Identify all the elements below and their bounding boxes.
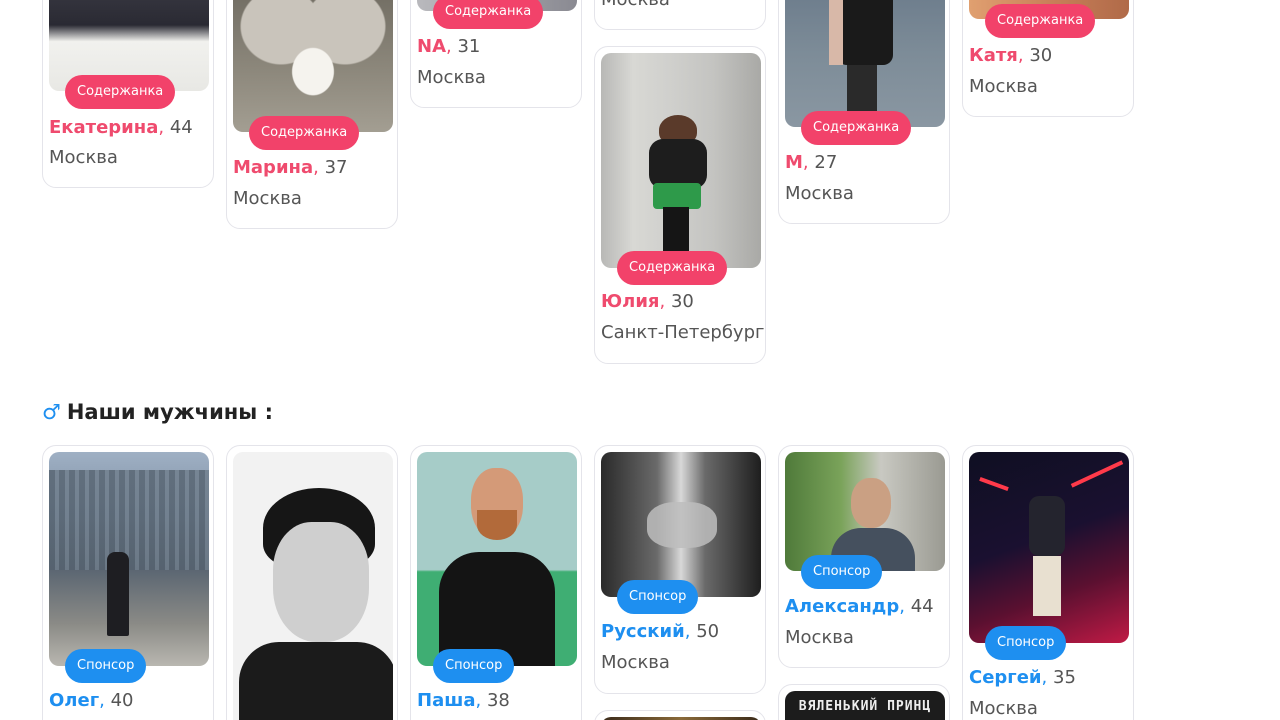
profile-age: 30 (1029, 45, 1053, 66)
neon-light (979, 476, 1009, 492)
person-face (851, 478, 891, 528)
profile-name: Юлия (601, 291, 660, 312)
person-beard (477, 510, 517, 540)
profile-name: М (785, 152, 803, 173)
profile-card-man[interactable]: Спонсор Сергей, 35 Москва (962, 445, 1134, 720)
profile-card-woman[interactable]: Содержанка М, 27 Москва (778, 0, 950, 224)
section-title-text: Наши мужчины : (66, 400, 273, 424)
profile-city: Санкт-Петербург (601, 322, 765, 343)
profile-name: NA (417, 36, 446, 57)
profile-city: Москва (601, 0, 670, 10)
person-figure (1029, 496, 1065, 556)
profile-name: Русский (601, 621, 685, 642)
profile-name: Марина (233, 157, 314, 178)
profile-photo[interactable] (233, 452, 393, 720)
profile-photo[interactable] (785, 452, 945, 571)
profile-card-woman[interactable]: Москва (594, 0, 766, 30)
profile-card-man[interactable]: Спонсор Паша, 38 (410, 445, 582, 720)
profile-photo[interactable]: ВЯЛЕНЬКИЙ ПРИНЦ (785, 691, 945, 720)
profile-age: 31 (457, 36, 481, 57)
profile-photo[interactable] (601, 53, 761, 268)
status-badge: Содержанка (985, 4, 1096, 38)
profile-city: Москва (49, 147, 118, 168)
person-shirt (239, 642, 393, 720)
status-badge: Содержанка (433, 0, 544, 29)
profile-name: Александр (785, 596, 900, 617)
profile-photo[interactable] (785, 0, 945, 127)
person-figure-coat (829, 0, 843, 65)
profile-city: Москва (785, 183, 854, 204)
profile-age: 27 (814, 152, 838, 173)
profile-name-age[interactable]: Русский, 50 (601, 621, 719, 642)
person-face (273, 522, 369, 642)
profile-age: 35 (1053, 667, 1076, 688)
profile-card-woman[interactable]: Содержанка Екатерина, 44 Москва (42, 0, 214, 188)
profile-photo[interactable] (417, 452, 577, 666)
person-figure (107, 552, 129, 636)
status-badge: Спонсор (65, 649, 147, 683)
profile-age: 37 (324, 157, 348, 178)
profile-card-man[interactable]: Спонсор Русский, 50 Москва (594, 445, 766, 694)
profile-photo[interactable] (233, 0, 393, 132)
profile-city: Москва (969, 698, 1038, 719)
profile-name-age[interactable]: Олег, 40 (49, 690, 133, 711)
profile-photo[interactable] (601, 452, 761, 597)
profile-age: 38 (486, 690, 510, 711)
male-symbol-icon: ♂ (42, 400, 61, 424)
person-figure (837, 0, 893, 65)
profile-name: Сергей (969, 667, 1042, 688)
person-figure-legs (663, 207, 689, 251)
profile-name: Екатерина (49, 117, 159, 138)
hand-shape (647, 502, 717, 548)
profile-city: Москва (233, 188, 302, 209)
profile-city: Москва (417, 67, 486, 88)
status-badge: Спонсор (985, 626, 1067, 660)
profile-city: Москва (785, 627, 854, 648)
profile-name: Катя (969, 45, 1018, 66)
profile-card-man[interactable] (594, 710, 766, 720)
profile-name-age[interactable]: Александр, 44 (785, 596, 934, 617)
profile-age: 50 (696, 621, 720, 642)
status-badge: Спонсор (801, 555, 883, 589)
men-section-title: ♂ Наши мужчины : (42, 400, 273, 424)
profile-card-woman[interactable]: Содержанка NA, 31 Москва (410, 0, 582, 108)
profile-card-woman[interactable]: Содержанка Марина, 37 Москва (226, 0, 398, 229)
status-badge: Спонсор (617, 580, 699, 614)
profile-name-age[interactable]: NA, 31 (417, 36, 480, 57)
profile-name: Олег (49, 690, 100, 711)
profile-name-age[interactable]: Юлия, 30 (601, 291, 694, 312)
profile-name-age[interactable]: Марина, 37 (233, 157, 348, 178)
profile-name-age[interactable]: Паша, 38 (417, 690, 510, 711)
building-shape (49, 470, 209, 570)
status-badge: Спонсор (433, 649, 515, 683)
status-badge: Содержанка (617, 251, 728, 285)
profile-card-man[interactable]: Спонсор Олег, 40 (42, 445, 214, 720)
profile-age: 40 (110, 690, 134, 711)
profile-name-age[interactable]: М, 27 (785, 152, 837, 173)
profile-name: Паша (417, 690, 476, 711)
profile-city: Москва (969, 76, 1038, 97)
profile-card-man[interactable]: Спонсор Александр, 44 Москва (778, 445, 950, 668)
person-figure-skirt (653, 183, 701, 209)
profile-age: 44 (169, 117, 193, 138)
neon-light (1070, 460, 1124, 488)
profile-name-age[interactable]: Сергей, 35 (969, 667, 1076, 688)
profile-photo[interactable] (969, 452, 1129, 643)
profile-name-age[interactable]: Екатерина, 44 (49, 117, 193, 138)
photo-caption: ВЯЛЕНЬКИЙ ПРИНЦ (798, 699, 932, 714)
profile-card-woman[interactable]: Содержанка Катя, 30 Москва (962, 0, 1134, 117)
status-badge: Содержанка (65, 75, 176, 109)
profile-age: 30 (670, 291, 694, 312)
profile-card-man[interactable]: ВЯЛЕНЬКИЙ ПРИНЦ (778, 684, 950, 720)
person-figure-body (649, 139, 707, 189)
profile-card-woman[interactable]: Содержанка Юлия, 30 Санкт-Петербург (594, 46, 766, 364)
person-figure-legs (1033, 556, 1061, 616)
status-badge: Содержанка (801, 111, 912, 145)
profile-city: Москва (601, 652, 670, 673)
profile-card-man[interactable] (226, 445, 398, 720)
profile-age: 44 (910, 596, 934, 617)
profile-name-age[interactable]: Катя, 30 (969, 45, 1052, 66)
status-badge: Содержанка (249, 116, 360, 150)
profile-photo[interactable] (49, 452, 209, 666)
